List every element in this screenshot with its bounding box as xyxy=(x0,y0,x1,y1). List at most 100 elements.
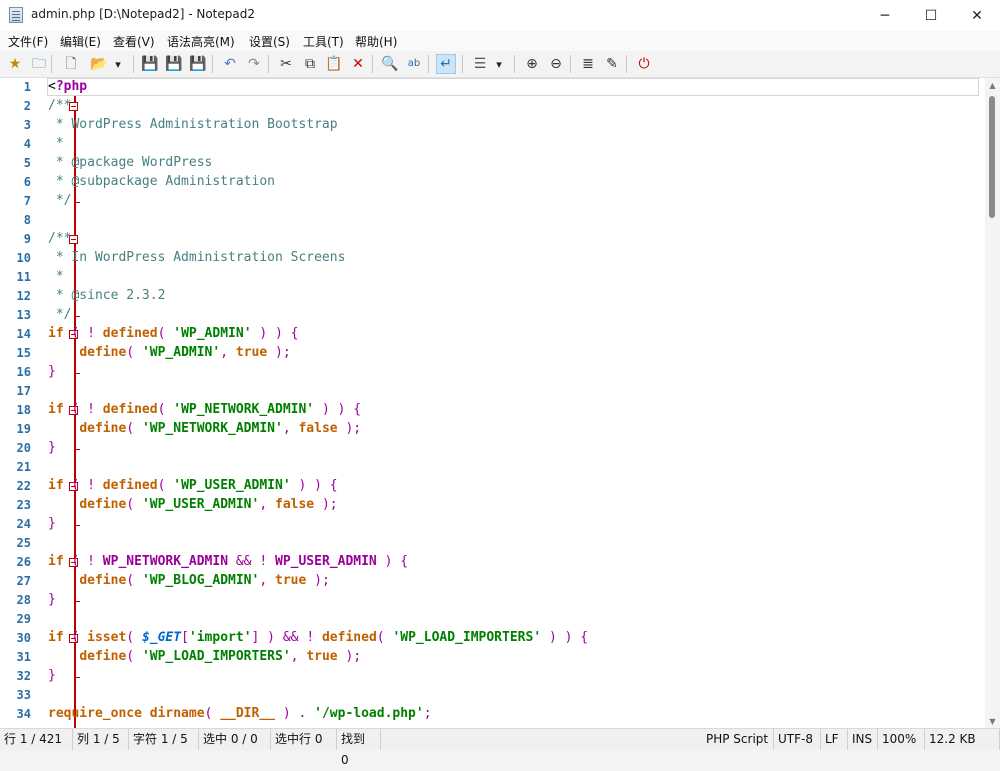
code-token: ] ) && ! xyxy=(251,630,322,645)
code-line: * WordPress Administration Bootstrap xyxy=(48,117,338,132)
code-token: WP_USER_ADMIN xyxy=(275,554,377,569)
save-all-icon[interactable]: 💾 xyxy=(188,54,208,74)
code-token: ); xyxy=(314,497,338,512)
find-icon[interactable]: 🔍 xyxy=(380,54,400,74)
undo-icon[interactable]: ↶ xyxy=(220,54,240,74)
maximize-button[interactable]: ☐ xyxy=(908,0,954,31)
code-token: if xyxy=(48,402,64,417)
vertical-scrollbar[interactable]: ▲ ▼ xyxy=(985,78,1000,728)
exit-icon[interactable]: ⏻ xyxy=(634,54,654,74)
code-folding-icon[interactable]: ☰ xyxy=(470,54,490,74)
scroll-thumb[interactable] xyxy=(989,96,995,218)
line-number: 10 xyxy=(16,251,31,265)
code-line: /** xyxy=(48,98,71,113)
code-token: false xyxy=(275,497,315,512)
zoom-out-icon[interactable]: ⊖ xyxy=(546,54,566,74)
menu-file[interactable]: 文件(F) xyxy=(8,33,48,50)
fold-end-marker xyxy=(75,449,80,450)
code-token: ) . xyxy=(275,706,315,721)
line-number: 31 xyxy=(16,650,31,664)
paste-icon[interactable]: 📋 xyxy=(324,54,344,74)
code-line: */ xyxy=(48,307,72,322)
code-token: if xyxy=(48,630,64,645)
code-token: ( xyxy=(126,573,142,588)
menu-help[interactable]: 帮助(H) xyxy=(355,33,397,50)
code-token: } xyxy=(48,592,56,607)
code-line: if ( isset( $_GET['import'] ) && ! defin… xyxy=(48,630,588,645)
code-line: * @subpackage Administration xyxy=(48,174,275,189)
settings-icon[interactable]: ✎ xyxy=(602,54,622,74)
close-button[interactable]: ✕ xyxy=(954,0,1000,31)
code-token: ) { xyxy=(376,554,409,569)
open-file-icon[interactable]: 📂 xyxy=(89,54,109,74)
code-token: */ xyxy=(48,193,72,208)
title-bar: admin.php [D:\Notepad2] - Notepad2 ─ ☐ ✕ xyxy=(0,0,1000,31)
line-number: 27 xyxy=(16,574,31,588)
code-token: * xyxy=(48,136,64,151)
cut-icon[interactable]: ✂ xyxy=(276,54,296,74)
line-number: 21 xyxy=(16,460,31,474)
code-token: define xyxy=(79,421,127,436)
open-dropdown-icon[interactable]: ▾ xyxy=(113,54,123,74)
line-number: 8 xyxy=(23,213,31,227)
replace-icon[interactable]: ab xyxy=(404,54,424,74)
menu-edit[interactable]: 编辑(E) xyxy=(60,33,101,50)
line-number: 25 xyxy=(16,536,31,550)
scheme-icon[interactable]: ≣ xyxy=(578,54,598,74)
code-line: } xyxy=(48,440,56,455)
code-token: ) ) { xyxy=(251,326,299,341)
status-field: 100% xyxy=(878,729,925,750)
menu-settings[interactable]: 设置(S) xyxy=(249,33,290,50)
line-number: 13 xyxy=(16,308,31,322)
code-token: ( xyxy=(126,421,142,436)
status-field: INS xyxy=(848,729,878,750)
fold-margin[interactable] xyxy=(34,78,80,728)
code-editor[interactable]: 1 2 3 4 5 6 7 8 9 10 11 12 13 14 15 16 17 18 19 20 21 22 23 24 2… xyxy=(0,78,1000,728)
code-token: true xyxy=(275,573,307,588)
code-token: < xyxy=(48,79,56,94)
toolbar-separator xyxy=(372,55,373,73)
word-wrap-icon[interactable]: ↵ xyxy=(436,54,456,74)
delete-icon[interactable]: ✕ xyxy=(348,54,368,74)
code-token: 'WP_USER_ADMIN' xyxy=(173,478,291,493)
favorites-icon[interactable]: ★ xyxy=(5,54,25,74)
menu-view[interactable]: 查看(V) xyxy=(113,33,155,50)
code-token: /** xyxy=(48,98,72,113)
redo-icon[interactable]: ↷ xyxy=(244,54,264,74)
code-line: */ xyxy=(48,193,72,208)
code-token: __DIR__ xyxy=(220,706,275,721)
code-token: defined xyxy=(102,326,158,341)
save-as-icon[interactable]: 💾 xyxy=(164,54,184,74)
toolbar-separator xyxy=(514,55,515,73)
menu-syntax[interactable]: 语法高亮(M) xyxy=(167,33,235,50)
scroll-up-icon[interactable]: ▲ xyxy=(985,78,1000,92)
code-token: /** xyxy=(48,231,72,246)
code-token: if xyxy=(48,478,64,493)
save-icon[interactable]: 💾 xyxy=(140,54,160,74)
scroll-down-icon[interactable]: ▼ xyxy=(985,714,1000,728)
minimize-button[interactable]: ─ xyxy=(862,0,908,31)
zoom-in-icon[interactable]: ⊕ xyxy=(522,54,542,74)
code-token: define xyxy=(79,573,127,588)
new-file-icon[interactable]: 🗋 xyxy=(61,54,81,74)
code-token: defined xyxy=(102,402,158,417)
line-number: 18 xyxy=(16,403,31,417)
line-number: 16 xyxy=(16,365,31,379)
code-token: 'import' xyxy=(188,630,252,645)
code-line: } xyxy=(48,516,56,531)
status-field: 找到 0 xyxy=(337,729,381,767)
code-line: * xyxy=(48,269,64,284)
code-line: define( 'WP_LOAD_IMPORTERS', true ); xyxy=(48,649,361,664)
browse-icon[interactable]: 🗀 xyxy=(29,54,49,74)
folding-dropdown-icon[interactable]: ▾ xyxy=(494,54,504,74)
code-token: if xyxy=(48,554,64,569)
menu-tools[interactable]: 工具(T) xyxy=(303,33,344,50)
toolbar-separator xyxy=(570,55,571,73)
line-number: 32 xyxy=(16,669,31,683)
fold-end-marker xyxy=(75,601,80,602)
code-line: /** xyxy=(48,231,71,246)
code-token: true xyxy=(235,345,268,360)
copy-icon[interactable]: ⧉ xyxy=(300,54,320,74)
